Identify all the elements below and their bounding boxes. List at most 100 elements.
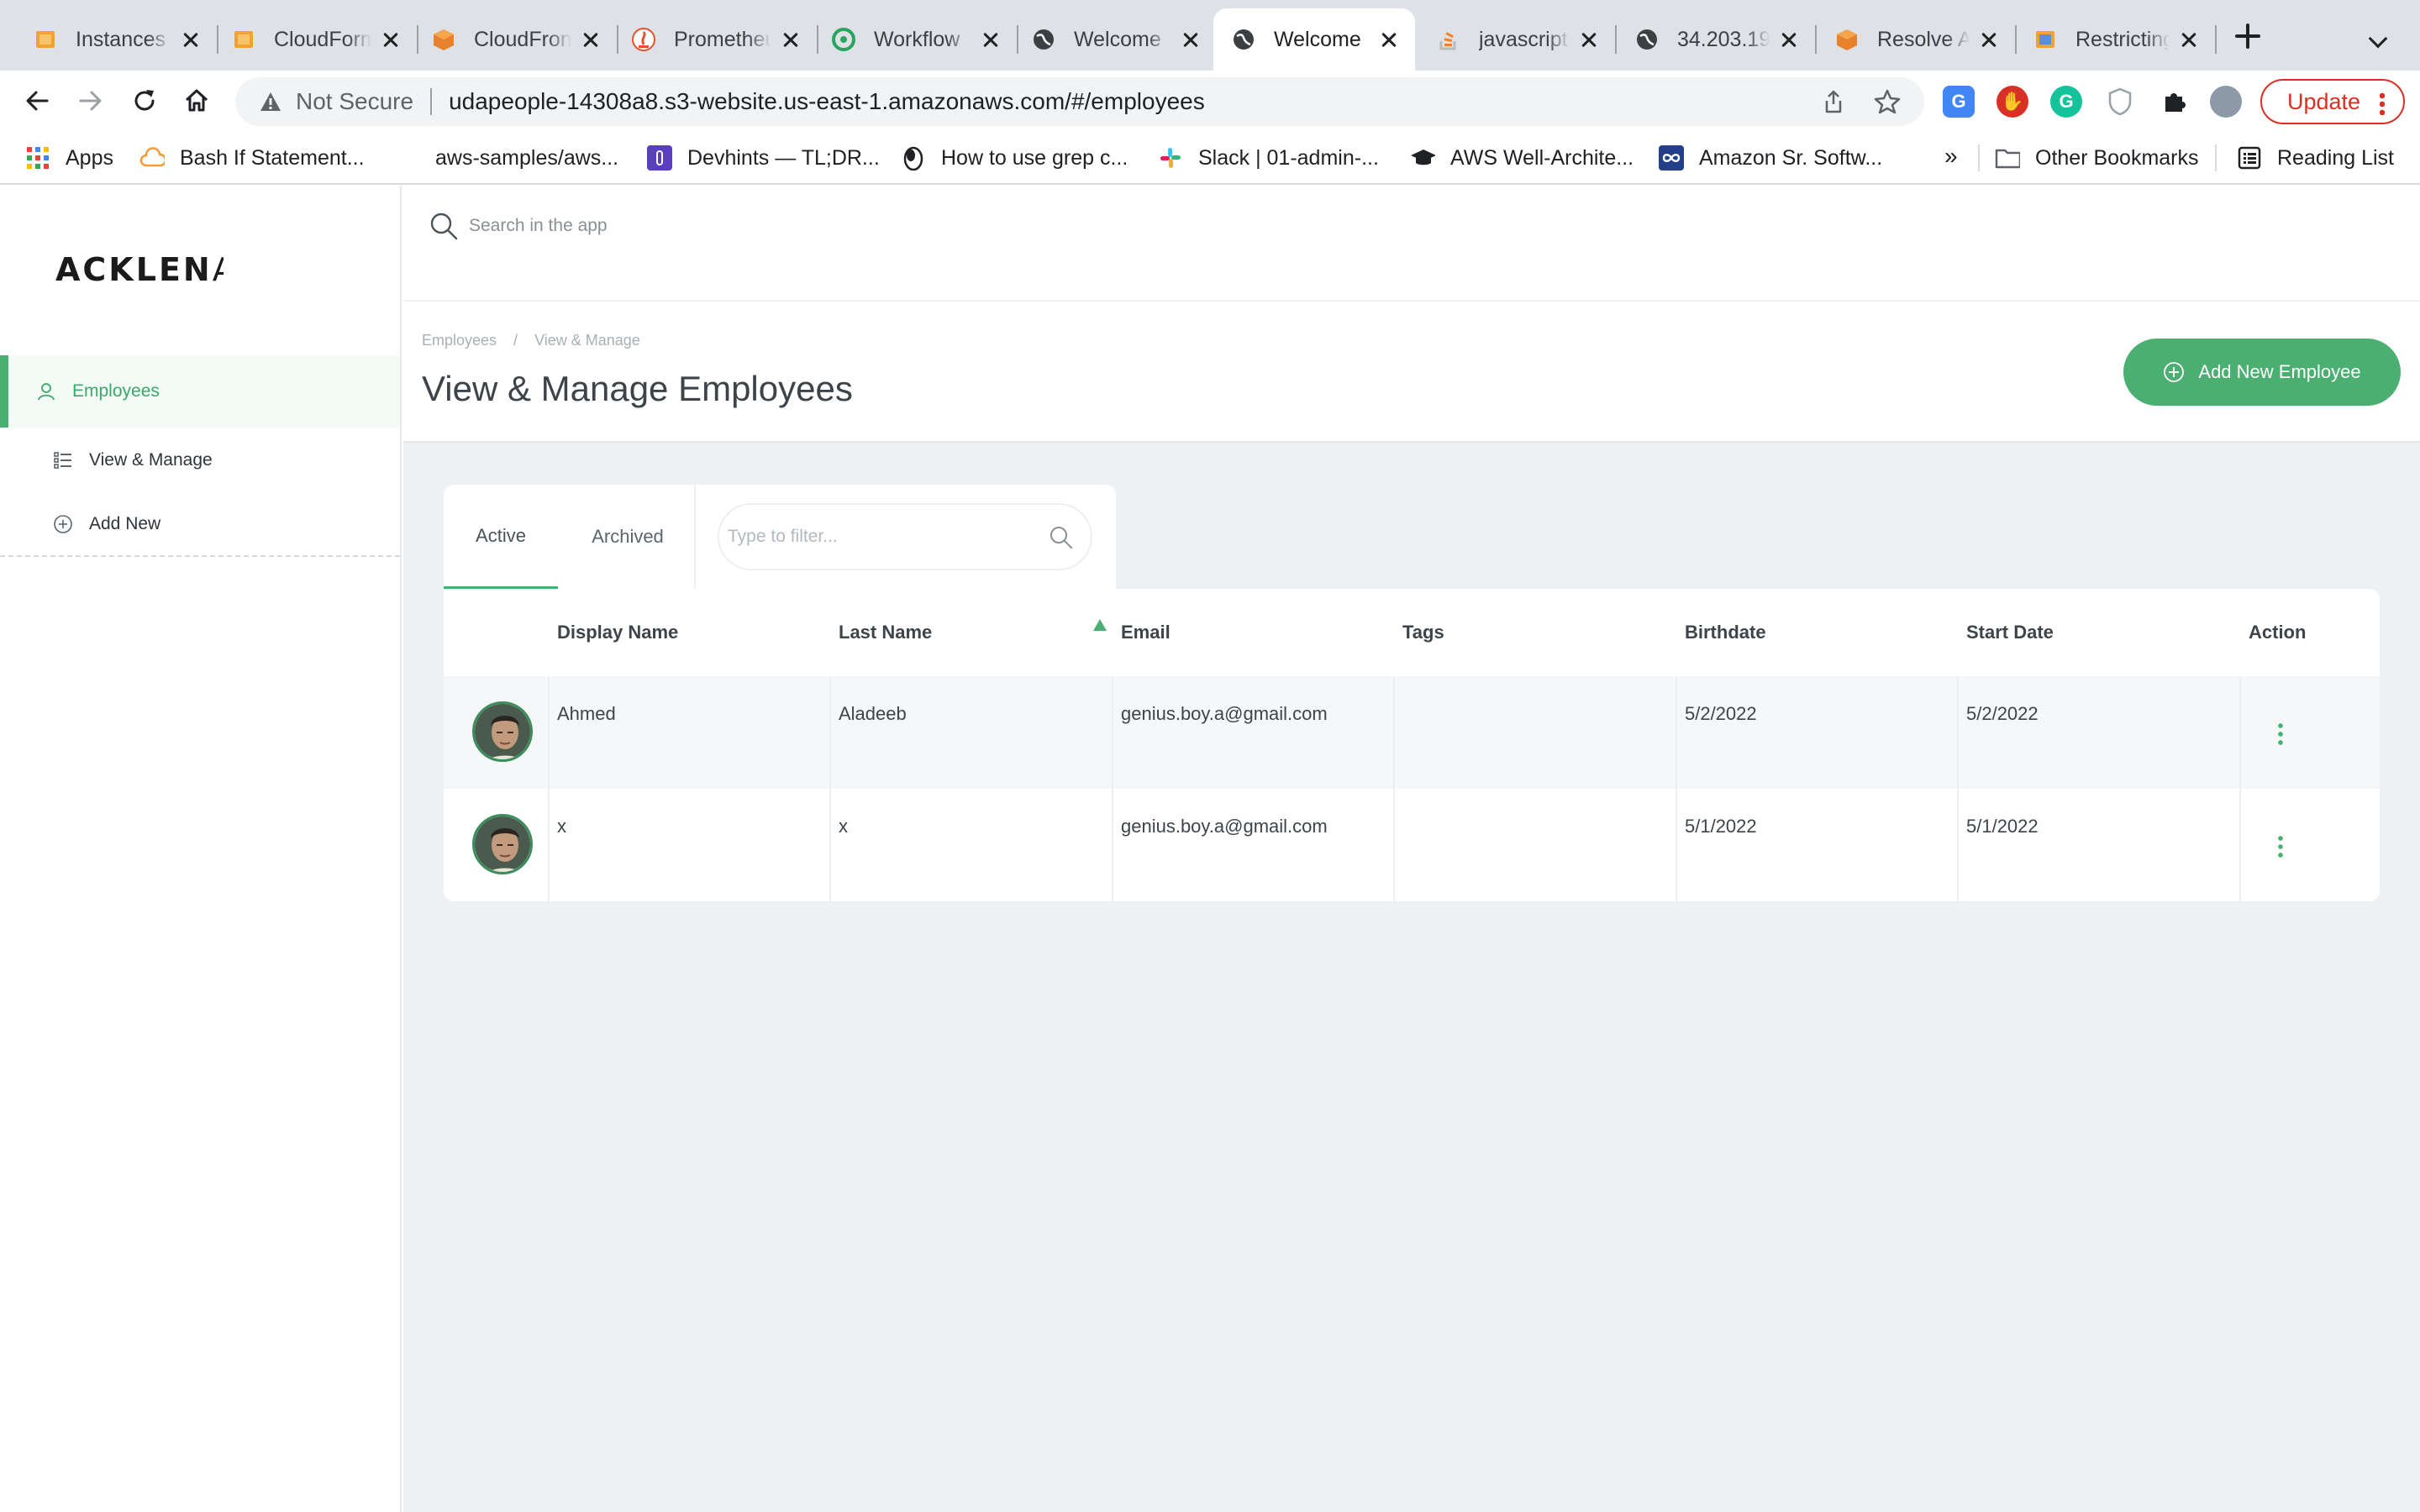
table-header: Display Name Last Name Email Tags Birthd…	[444, 589, 2380, 676]
star-icon[interactable]	[1870, 85, 1904, 118]
close-icon[interactable]	[780, 29, 802, 50]
browser-tab[interactable]: CloudFront	[417, 8, 618, 71]
table-row[interactable]: x x genius.boy.a@gmail.com 5/1/2022 5/1/…	[444, 789, 2380, 901]
other-bookmarks-folder[interactable]: Other Bookmarks	[1995, 131, 2199, 185]
aws-cloudfront-icon	[432, 28, 455, 51]
app-search-input[interactable]	[469, 207, 1141, 244]
browser-tab-active[interactable]: Welcome	[1213, 8, 1415, 71]
breadcrumb-link-employees[interactable]: Employees	[422, 332, 497, 349]
grammarly-icon[interactable]: G	[2050, 86, 2082, 118]
forward-button[interactable]	[72, 82, 109, 119]
sidebar-item-view-manage[interactable]: View & Manage	[0, 433, 400, 488]
reload-button[interactable]	[126, 82, 163, 119]
close-icon[interactable]	[980, 29, 1002, 50]
column-header-last-name[interactable]: Last Name	[839, 589, 932, 676]
column-header-email[interactable]: Email	[1121, 589, 1171, 676]
home-button[interactable]	[178, 82, 215, 119]
column-header-start-date[interactable]: Start Date	[1966, 589, 2054, 676]
tab-archived[interactable]: Archived	[575, 485, 681, 589]
warning-icon	[260, 92, 281, 111]
security-label[interactable]: Not Secure	[296, 88, 413, 115]
column-header-birthdate[interactable]: Birthdate	[1685, 589, 1766, 676]
reading-list-button[interactable]: Reading List	[2237, 131, 2394, 185]
bookmark-item[interactable]: Bash If Statement...	[139, 131, 365, 185]
browser-tab[interactable]: Welcome	[1017, 8, 1217, 71]
bookmark-item[interactable]: Amazon Sr. Softw...	[1659, 131, 1882, 185]
close-icon[interactable]	[1578, 29, 1600, 50]
list-icon	[52, 449, 74, 471]
cloud-icon	[139, 145, 165, 171]
url-text[interactable]: udapeople-14308a8.s3-website.us-east-1.a…	[449, 88, 1817, 115]
table-row[interactable]: Ahmed Aladeeb genius.boy.a@gmail.com 5/2…	[444, 676, 2380, 789]
tab-title: Instances	[76, 27, 166, 51]
row-actions-menu-icon[interactable]	[2278, 834, 2283, 859]
browser-tab[interactable]: Restricting	[2015, 8, 2217, 71]
company-logo[interactable]: ACKLENAV	[55, 251, 224, 288]
column-header-display-name[interactable]: Display Name	[557, 589, 678, 676]
browser-tab[interactable]: javascript	[1415, 8, 1617, 71]
browser-tab[interactable]: Resolve A	[1815, 8, 2017, 71]
tab-title: Welcome	[1074, 27, 1161, 51]
folder-icon	[1995, 145, 2020, 171]
sidebar-item-add-new[interactable]: Add New	[0, 496, 400, 552]
extensions-puzzle-icon[interactable]	[2158, 86, 2190, 118]
bookmark-item[interactable]: Devhints — TL;DR...	[647, 131, 880, 185]
browser-tab[interactable]: Instances	[0, 8, 218, 71]
update-button[interactable]: Update	[2260, 79, 2405, 124]
cell-email: genius.boy.a@gmail.com	[1121, 703, 1328, 724]
share-icon[interactable]	[1817, 85, 1850, 118]
column-header-tags[interactable]: Tags	[1402, 589, 1444, 676]
new-tab-icon[interactable]	[2235, 24, 2260, 49]
search-icon[interactable]	[1049, 525, 1074, 550]
close-icon[interactable]	[180, 29, 202, 50]
close-icon[interactable]	[1778, 29, 1800, 50]
close-icon[interactable]	[1180, 29, 1202, 50]
bookmark-item[interactable]: AWS Well-Archite...	[1410, 131, 1634, 185]
profile-avatar[interactable]	[2210, 86, 2242, 118]
bookmark-item[interactable]: aws-samples/aws...	[395, 131, 618, 185]
bookmark-label: Bash If Statement...	[180, 145, 365, 170]
back-button[interactable]	[18, 82, 55, 119]
adblock-icon[interactable]: ✋	[1996, 86, 2028, 118]
add-new-employee-button[interactable]: Add New Employee	[2123, 339, 2401, 406]
sidebar-item-label: Employees	[72, 381, 160, 401]
breadcrumb-current: View & Manage	[534, 332, 640, 349]
row-actions-menu-icon[interactable]	[2278, 722, 2283, 747]
devhints-icon	[647, 145, 672, 171]
close-icon[interactable]	[1978, 29, 2000, 50]
close-icon[interactable]	[580, 29, 602, 50]
employees-table: Display Name Last Name Email Tags Birthd…	[444, 589, 2380, 901]
browser-tab[interactable]: 34.203.19	[1615, 8, 1817, 71]
bookmark-item[interactable]: Slack | 01-admin-...	[1158, 131, 1379, 185]
prometheus-icon	[632, 28, 655, 51]
cell-last-name: Aladeeb	[839, 703, 907, 724]
close-icon[interactable]	[1378, 29, 1400, 50]
shield-icon[interactable]	[2104, 86, 2136, 118]
tab-title: CloudFront	[474, 27, 571, 51]
bookmark-apps[interactable]: Apps	[25, 131, 113, 185]
chevron-down-icon[interactable]	[2368, 29, 2388, 49]
tab-active[interactable]: Active	[444, 485, 558, 589]
sort-ascending-icon[interactable]	[1093, 619, 1107, 631]
google-translate-icon[interactable]: G	[1943, 86, 1975, 118]
bookmark-item[interactable]: How to use grep c...	[901, 131, 1128, 185]
cell-divider	[829, 676, 831, 789]
filter-input[interactable]	[728, 517, 1039, 557]
close-icon[interactable]	[380, 29, 402, 50]
cell-last-name: x	[839, 816, 848, 837]
bookmarks-bar: Apps Bash If Statement... aws-samples/aw…	[0, 131, 2420, 185]
browser-tab[interactable]: Workflow	[817, 8, 1018, 71]
address-bar[interactable]: Not Secure udapeople-14308a8.s3-website.…	[235, 77, 1924, 126]
close-icon[interactable]	[2178, 29, 2200, 50]
other-bookmarks-label: Other Bookmarks	[2035, 145, 2199, 170]
browser-tab[interactable]: CloudFormation	[217, 8, 418, 71]
browser-tab[interactable]: Prometheus	[617, 8, 818, 71]
avatar	[472, 814, 533, 874]
cell-birthdate: 5/2/2022	[1685, 703, 1757, 724]
filter-field	[718, 503, 1092, 570]
more-bookmarks-button[interactable]: »	[1944, 143, 1958, 170]
cell-display-name: x	[557, 816, 566, 837]
more-vertical-icon[interactable]	[2380, 92, 2385, 115]
cell-start-date: 5/2/2022	[1966, 703, 2039, 724]
sidebar-item-employees[interactable]: Employees	[0, 355, 400, 428]
